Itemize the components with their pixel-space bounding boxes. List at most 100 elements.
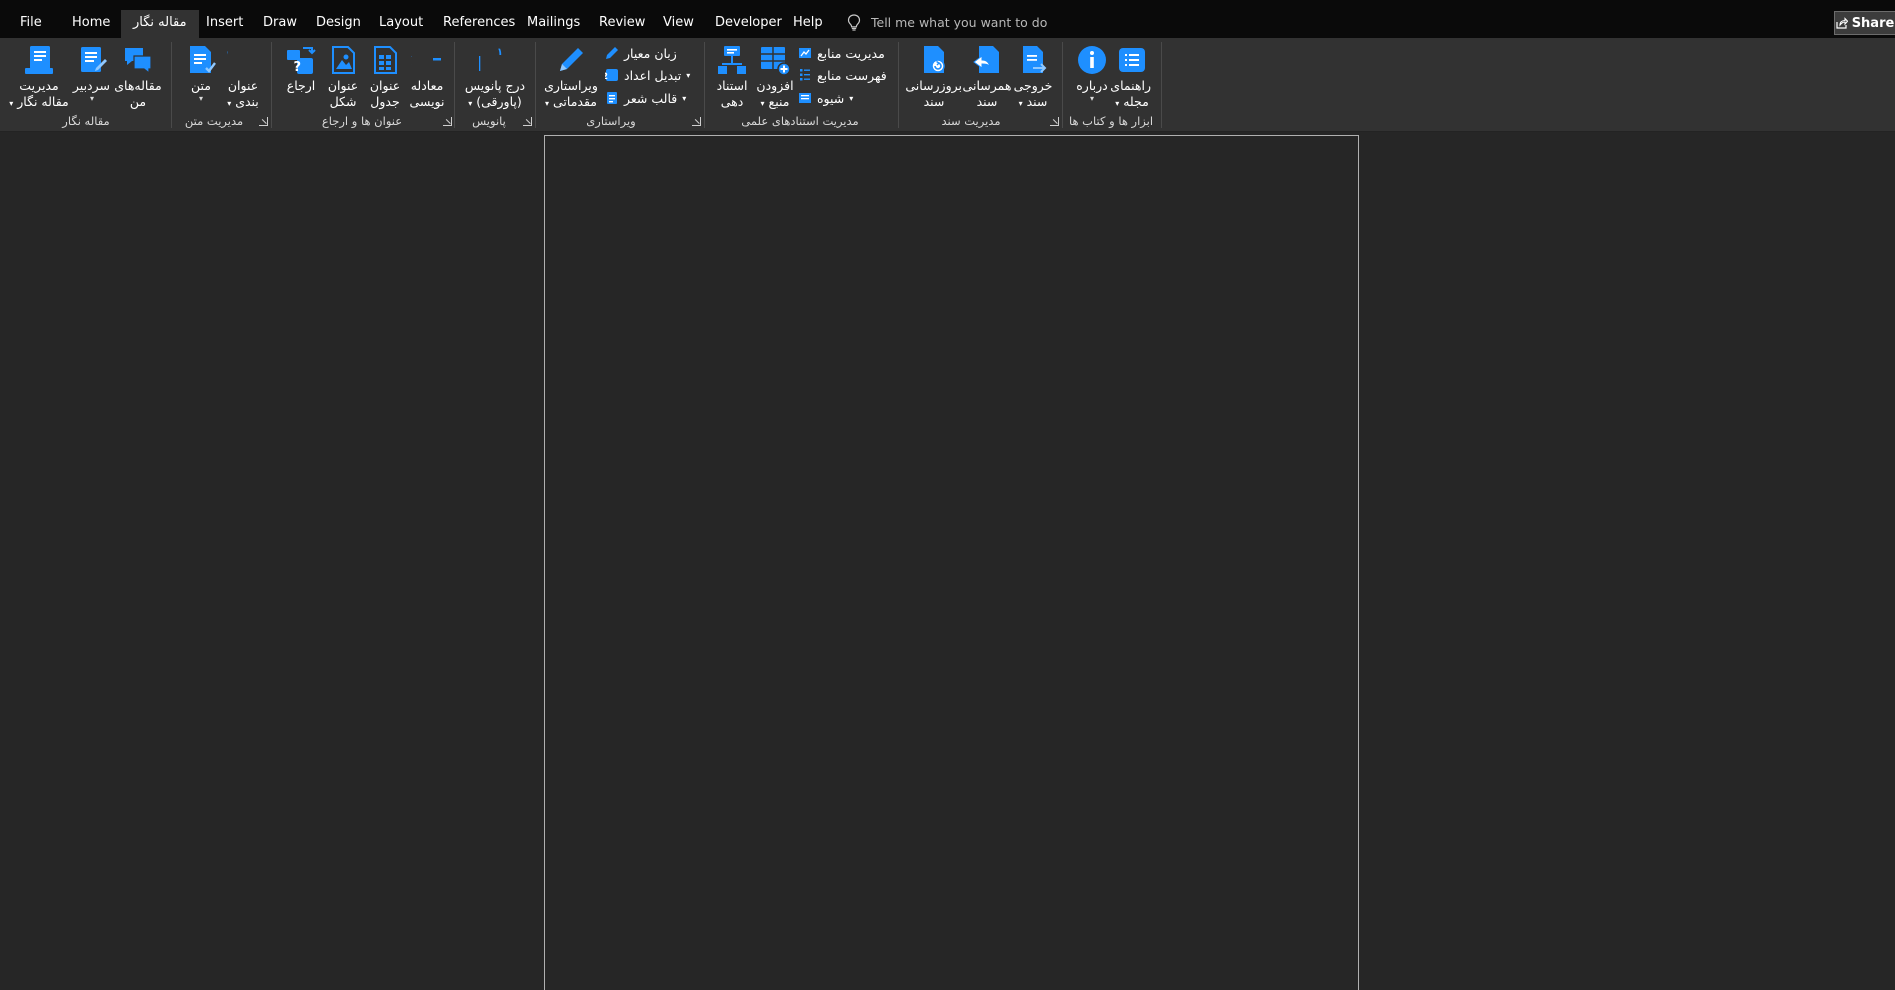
manage-sources-button[interactable]: مدیریت منابع [798,43,885,63]
group-label-footnote: پانویس [472,114,506,128]
ribbon-separator [271,42,272,128]
chevron-down-icon: ▾ [682,93,687,103]
svg-text:fx: fx [411,50,412,70]
tab-file[interactable]: File [20,0,42,38]
editor-in-chief-button[interactable]: سردبیر ▾ [72,44,110,103]
text-doc-icon [190,46,216,73]
manage-article-button[interactable]: مدیریت مقاله نگار ▾ [8,44,70,112]
share-button[interactable]: Share [1834,11,1895,35]
editor-in-chief-label: سردبیر [72,78,110,93]
table-caption-button[interactable]: عنوان جدول [366,44,404,110]
cite-line1: استناد [716,78,748,93]
citation-style-dropdown[interactable]: ▾ شیوه [798,88,853,108]
tab-references[interactable]: References [443,0,515,38]
chevron-down-icon: ▾ [686,70,691,80]
lightbulb-icon [847,14,861,31]
group-label-maghale-negar: مقاله نگار [62,114,110,128]
sync-document-line2: سند [976,94,998,109]
pencil-icon [560,48,583,71]
dialog-launcher-icon[interactable] [1050,117,1059,126]
pre-edit-line2: مقدماتی [553,94,597,109]
export-document-button[interactable]: خروجی سند ▾ [1012,44,1054,112]
figure-caption-button[interactable]: عنوان شکل [324,44,362,110]
group-label-editing: ویراستاری [586,114,636,128]
chevron-down-icon: ▾ [760,99,765,108]
tab-layout[interactable]: Layout [379,0,423,38]
document-page[interactable] [544,135,1359,990]
update-document-line2: سند [923,94,945,109]
export-document-line1: خروجی [1013,78,1053,93]
convert-numbers-button[interactable]: ▾ تبدیل اعداد 12 [605,65,690,85]
cross-reference-button[interactable]: ? ارجاع [283,44,319,94]
tab-insert[interactable]: Insert [206,0,243,38]
chevron-down-icon: ▾ [468,99,473,108]
dialog-launcher-icon[interactable] [443,117,452,126]
sync-doc-icon [973,46,999,73]
text-label: متن [191,78,211,93]
about-button[interactable]: درباره ▾ [1072,44,1112,103]
ribbon-separator [704,42,705,128]
add-source-button[interactable]: افزودن منبع ▾ [754,44,796,112]
pre-edit-button[interactable]: ویراستاری مقدماتی ▾ [542,44,600,112]
citation-style-icon [799,93,811,103]
group-label-document: مدیریت سند [941,114,1001,128]
tab-design[interactable]: Design [316,0,361,38]
cross-reference-icon: ? [287,47,316,75]
tab-help[interactable]: Help [793,0,823,38]
group-label-tools: ابزار ها و کتاب ها [1068,114,1154,128]
tab-home[interactable]: Home [72,0,110,38]
tab-draw[interactable]: Draw [263,0,297,38]
text-button[interactable]: متن ▾ [183,44,219,103]
dialog-launcher-icon[interactable] [692,117,701,126]
journal-guide-icon [1119,48,1145,72]
cite-line2: دهی [720,94,744,109]
tell-me-placeholder[interactable]: Tell me what you want to do [871,15,1047,30]
poem-format-label: قالب شعر [624,90,678,106]
tab-view[interactable]: View [663,0,694,38]
heading-button[interactable]: H? عنوان بندی ▾ [222,44,264,112]
bibliography-button[interactable]: فهرست منابع [798,65,887,85]
ribbon-separator [454,42,455,128]
ribbon-separator [535,42,536,128]
cite-button[interactable]: استناد دهی [712,44,752,110]
sync-document-line1: همرسانی [962,78,1012,93]
my-articles-button[interactable]: مقاله‌های من [114,44,162,110]
ribbon-separator [1062,42,1063,128]
equation-button[interactable]: fx معادله نویسی [406,44,448,110]
chevron-down-icon: ▾ [1089,94,1094,103]
standard-language-label: زبان معیار [624,45,677,61]
chevron-down-icon: ▾ [849,93,854,103]
ribbon-separator [1161,42,1162,128]
export-document-line2: سند [1026,94,1048,109]
footnote-icon: اب ۱ [479,47,503,76]
tab-developer[interactable]: Developer [715,0,782,38]
insert-footnote-button[interactable]: اب ۱ درج پانویس (پاورقی) ▾ [462,44,528,112]
chevron-down-icon: ▾ [1018,99,1023,108]
tab-mailings[interactable]: Mailings [527,0,580,38]
convert-numbers-icon: 12 [605,69,618,82]
poem-format-button[interactable]: ▾ قالب شعر [605,88,686,108]
update-document-button[interactable]: بروزرسانی سند [905,44,962,110]
dialog-launcher-icon[interactable] [259,117,268,126]
update-document-line1: بروزرسانی [905,78,962,93]
heading-line1: عنوان [227,78,259,93]
citation-style-label: شیوه [817,90,845,106]
chevron-down-icon: ▾ [198,94,203,103]
svg-text:H?: H? [227,49,228,74]
heading-icon: H? [227,49,228,74]
heading-line2: بندی [235,94,259,109]
manage-article-line2: مقاله نگار [17,94,69,109]
tab-review[interactable]: Review [599,0,645,38]
dialog-launcher-icon[interactable] [523,117,532,126]
tab-maghale-negar[interactable]: مقاله نگار [121,10,199,38]
journal-guide-button[interactable]: راهنمای مجله ▾ [1110,44,1151,112]
cite-icon [718,46,746,74]
share-icon [1836,17,1848,29]
svg-text:?: ? [293,60,301,75]
standard-language-button[interactable]: زبان معیار [605,43,677,63]
sync-document-button[interactable]: همرسانی سند [962,44,1012,110]
insert-footnote-line1: درج پانویس [464,78,526,93]
figure-caption-line1: عنوان [327,78,359,93]
figure-caption-line2: شکل [329,94,357,109]
bibliography-label: فهرست منابع [817,67,887,83]
